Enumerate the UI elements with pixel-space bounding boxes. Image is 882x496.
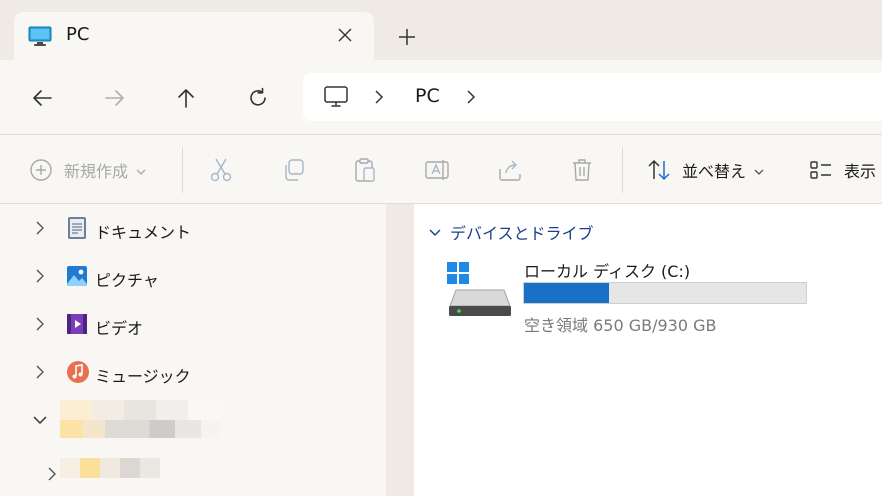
- drive-usage-fill: [524, 283, 609, 303]
- chevron-down-icon[interactable]: [32, 412, 48, 428]
- sidebar-item-redacted[interactable]: [0, 400, 386, 444]
- rename-icon[interactable]: [424, 155, 450, 185]
- forward-icon[interactable]: [97, 80, 133, 116]
- redacted-text: [60, 400, 220, 420]
- chevron-right-icon[interactable]: [32, 220, 48, 236]
- sidebar-item-videos[interactable]: ビデオ: [0, 304, 386, 344]
- breadcrumb-chevron-icon[interactable]: [465, 89, 477, 109]
- sidebar-item-label: ビデオ: [95, 319, 144, 338]
- sort-button-label: 並べ替え: [682, 162, 747, 181]
- separator: [622, 147, 623, 193]
- pane-splitter[interactable]: [386, 204, 414, 496]
- redacted-text: [60, 420, 220, 438]
- sort-button[interactable]: 並べ替え: [646, 155, 764, 185]
- sidebar-item-label: ドキュメント: [95, 223, 192, 242]
- music-icon: [66, 360, 89, 384]
- sidebar-item-documents[interactable]: ドキュメント: [0, 208, 386, 248]
- separator: [182, 147, 183, 193]
- breadcrumb-pc[interactable]: PC: [415, 85, 440, 107]
- tab-strip: PC: [0, 0, 882, 60]
- view-list-icon: [808, 157, 834, 183]
- computer-icon: [323, 85, 349, 109]
- back-icon[interactable]: [24, 80, 60, 116]
- drive-usage-bar: [523, 282, 807, 304]
- drive-free-space: 空き領域 650 GB/930 GB: [524, 316, 717, 335]
- sidebar-item-label: ピクチャ: [95, 271, 159, 290]
- chevron-right-icon[interactable]: [32, 316, 48, 332]
- drive-name: ローカル ディスク (C:): [524, 262, 691, 281]
- delete-icon[interactable]: [569, 155, 595, 185]
- sidebar-item-pictures[interactable]: ピクチャ: [0, 256, 386, 296]
- paste-icon[interactable]: [352, 155, 378, 185]
- navigation-bar: PC: [0, 60, 882, 134]
- command-bar: 新規作成 並べ替え 表示: [0, 134, 882, 204]
- breadcrumb-chevron-icon[interactable]: [373, 89, 385, 109]
- documents-icon: [66, 216, 88, 240]
- local-disk-icon: [446, 258, 514, 318]
- drive-item-c[interactable]: ローカル ディスク (C:) 空き領域 650 GB/930 GB: [446, 254, 866, 335]
- new-button[interactable]: 新規作成: [28, 155, 146, 185]
- refresh-icon[interactable]: [240, 80, 276, 116]
- monitor-icon: [28, 25, 52, 47]
- content-pane: デバイスとドライブ ローカル ディスク (C:) 空き領域 650 GB/930…: [414, 204, 882, 496]
- chevron-right-icon[interactable]: [32, 364, 48, 380]
- address-bar[interactable]: PC: [303, 73, 882, 121]
- chevron-right-icon[interactable]: [44, 466, 60, 482]
- chevron-right-icon[interactable]: [32, 268, 48, 284]
- chevron-down-icon: [754, 161, 764, 180]
- view-button[interactable]: 表示: [808, 155, 876, 185]
- plus-circle-icon: [28, 157, 54, 183]
- close-tab-icon[interactable]: [332, 22, 358, 48]
- pictures-icon: [66, 264, 88, 288]
- videos-icon: [66, 312, 88, 336]
- redacted-text: [60, 458, 160, 478]
- chevron-down-icon: [136, 161, 146, 180]
- sidebar-item-music[interactable]: ミュージック: [0, 352, 386, 392]
- chevron-down-icon: [428, 225, 442, 239]
- sidebar-item-redacted-child[interactable]: [0, 454, 386, 494]
- cut-icon[interactable]: [208, 155, 234, 185]
- view-button-label: 表示: [844, 162, 877, 181]
- sidebar-item-label: ミュージック: [95, 367, 191, 386]
- new-button-label: 新規作成: [64, 162, 129, 181]
- up-icon[interactable]: [168, 80, 204, 116]
- new-tab-icon[interactable]: [392, 22, 422, 52]
- sort-icon: [646, 157, 672, 183]
- tab-title: PC: [66, 24, 90, 45]
- navigation-pane: ドキュメント ピクチャ ビデオ ミュージック: [0, 204, 386, 496]
- group-label: デバイスとドライブ: [450, 224, 594, 243]
- share-icon[interactable]: [497, 155, 523, 185]
- copy-icon[interactable]: [281, 155, 307, 185]
- group-header-devices[interactable]: デバイスとドライブ: [428, 220, 594, 244]
- tab-pc[interactable]: PC: [14, 12, 374, 60]
